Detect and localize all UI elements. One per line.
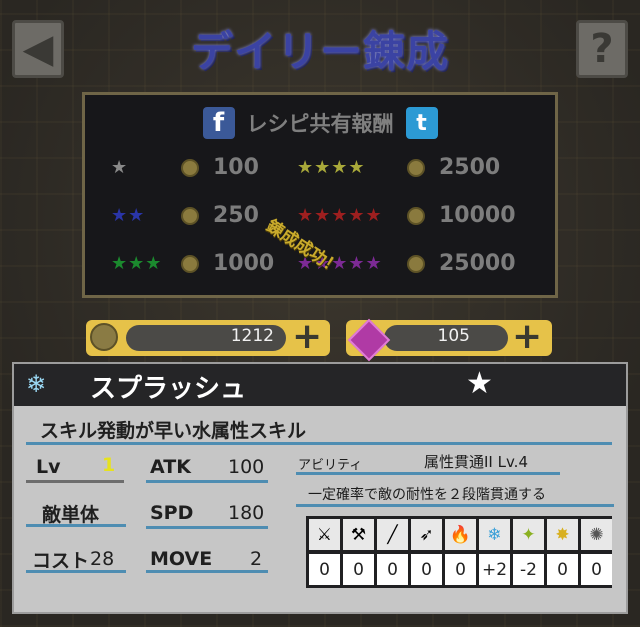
resistance-value: +2 — [479, 554, 510, 585]
divider — [26, 442, 612, 445]
reward-amount: 100 — [213, 155, 259, 180]
bow-icon: ➶ — [411, 519, 442, 550]
coin-icon — [407, 158, 425, 177]
reward-header: f レシピ共有報酬 t — [85, 107, 555, 139]
divider — [296, 504, 614, 507]
divider — [26, 570, 126, 573]
cost-value: 28 — [90, 548, 115, 570]
divider — [146, 526, 268, 529]
atk-label: ATK — [150, 456, 191, 478]
gem-amount: 105 — [437, 326, 470, 346]
spd-value: 180 — [228, 502, 265, 524]
ability-name: 属性貫通II Lv.4 — [424, 453, 528, 471]
target-type: 敵単体 — [42, 504, 100, 526]
element-resistance-grid: ⚔ ⚒ ╱ ➶ 🔥 ❄ ✦ ✸ ✺ 0 0 0 0 0 +2 -2 0 0 — [306, 516, 612, 588]
reward-title: レシピ共有報酬 — [246, 112, 394, 136]
resistance-value: 0 — [581, 554, 612, 585]
add-gold-button[interactable]: + — [292, 316, 322, 357]
spd-label: SPD — [150, 502, 194, 524]
resistance-value: 0 — [377, 554, 408, 585]
coin-icon — [407, 254, 425, 273]
skill-detail-card: ❄ スプラッシュ ★ スキル発動が早い水属性スキル Lv 1 ATK 100 敵… — [12, 362, 628, 614]
resistance-value: 0 — [309, 554, 340, 585]
skill-header: ❄ スプラッシュ ★ — [14, 364, 626, 406]
reward-amount: 25000 — [439, 251, 516, 276]
star-rating: ★★ — [111, 205, 146, 226]
reward-row: ★★★★★ 10000 — [297, 203, 516, 228]
staff-icon: ╱ — [377, 519, 408, 550]
resistance-value: -2 — [513, 554, 544, 585]
resistance-value: 0 — [411, 554, 442, 585]
skill-name: スプラッシュ — [90, 374, 247, 404]
resistance-value: 0 — [343, 554, 374, 585]
reward-amount: 250 — [213, 203, 259, 228]
water-icon: ❄ — [479, 519, 510, 550]
skill-description: スキル発動が早い水属性スキル — [40, 420, 307, 442]
move-label: MOVE — [150, 548, 213, 570]
star-rating: ★★★★★ — [297, 205, 383, 226]
gold-amount: 1212 — [230, 326, 274, 346]
reward-row: ★★ 250 — [111, 203, 259, 228]
ability-description: 一定確率で敵の耐性を２段階貫通する — [308, 487, 546, 503]
help-button[interactable]: ? — [576, 20, 628, 78]
reward-amount: 1000 — [213, 251, 275, 276]
add-gem-button[interactable]: + — [512, 316, 542, 357]
move-value: 2 — [250, 548, 263, 570]
facebook-share-button[interactable]: f — [202, 107, 235, 139]
water-splash-icon: ❄ — [26, 370, 47, 398]
twitter-share-button[interactable]: t — [405, 107, 438, 139]
coin-icon — [181, 158, 199, 177]
twitter-icon: t — [416, 110, 427, 136]
dark-icon: ✺ — [581, 519, 612, 550]
divider — [296, 472, 560, 475]
skill-rarity-star: ★ — [466, 366, 493, 401]
divider — [26, 480, 124, 483]
divider — [146, 570, 268, 573]
facebook-icon: f — [212, 108, 225, 138]
star-rating: ★★★ — [111, 253, 163, 274]
hammer-icon: ⚒ — [343, 519, 374, 550]
ability-label: アビリティ — [298, 458, 363, 473]
divider — [146, 480, 268, 483]
reward-amount: 10000 — [439, 203, 516, 228]
gold-coin-icon — [90, 323, 118, 351]
fire-icon: 🔥 — [445, 519, 476, 550]
page-title: デイリー錬成 — [190, 27, 449, 76]
star-rating: ★★★★ — [297, 157, 366, 178]
light-icon: ✸ — [547, 519, 578, 550]
reward-amount: 2500 — [439, 155, 501, 180]
wind-icon: ✦ — [513, 519, 544, 550]
reward-row: ★★★ 1000 — [111, 251, 274, 276]
divider — [26, 524, 126, 527]
cost-label: コスト — [32, 550, 90, 572]
coin-icon — [407, 206, 425, 225]
level-value: 1 — [102, 454, 116, 476]
sword-icon: ⚔ — [309, 519, 340, 550]
atk-value: 100 — [228, 456, 265, 478]
coin-icon — [181, 206, 199, 225]
star-rating: ★ — [111, 157, 129, 178]
coin-icon — [181, 254, 199, 273]
resistance-value: 0 — [547, 554, 578, 585]
resistance-value: 0 — [445, 554, 476, 585]
reward-row: ★ 100 — [111, 155, 259, 180]
reward-row: ★★★★ 2500 — [297, 155, 500, 180]
gold-currency-bar: 1212 + — [86, 316, 330, 357]
level-label: Lv — [36, 456, 61, 478]
question-icon: ? — [590, 26, 614, 72]
